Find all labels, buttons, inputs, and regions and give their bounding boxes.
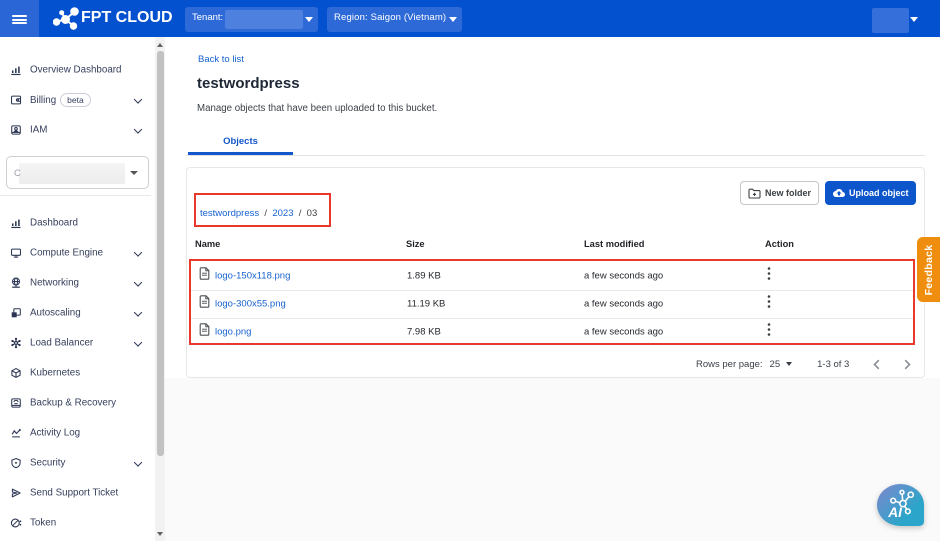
svg-text:AI: AI bbox=[887, 505, 903, 520]
